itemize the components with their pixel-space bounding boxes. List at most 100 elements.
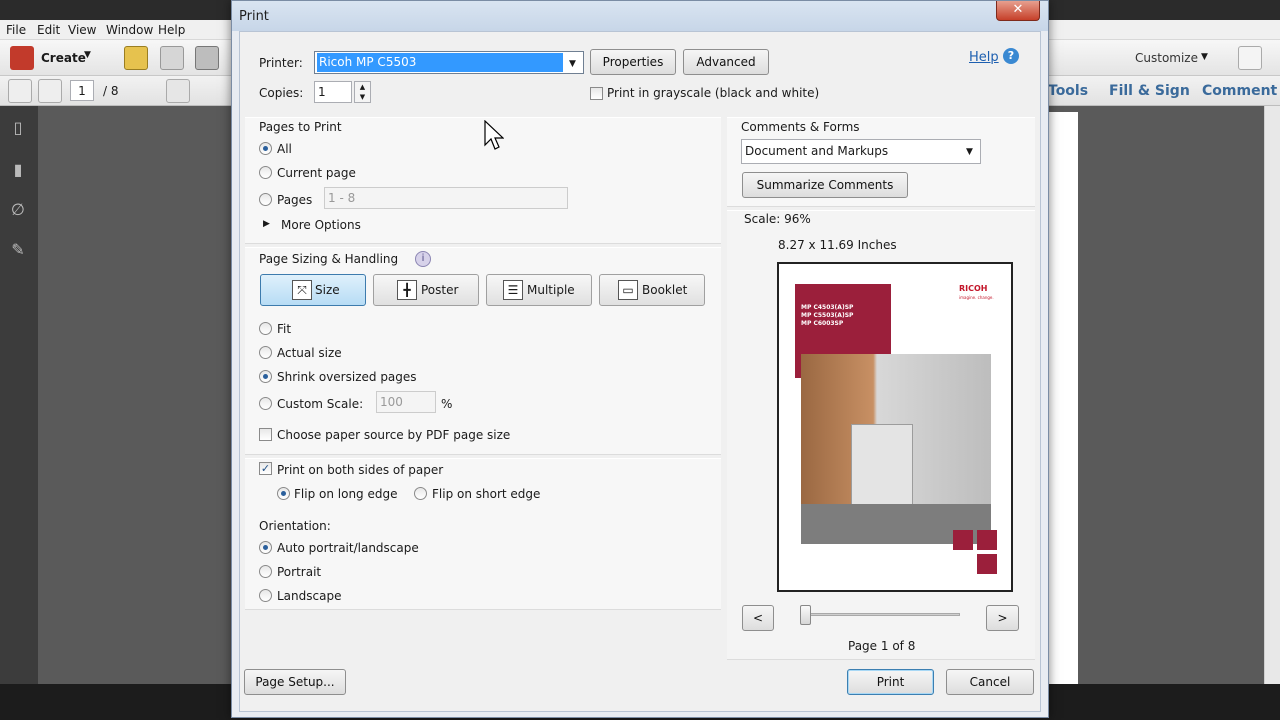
navigation-pane: ▯ ▮ ∅ ✎ — [0, 106, 38, 684]
print-button[interactable]: Print — [847, 669, 934, 695]
arrow-down-icon[interactable] — [38, 79, 62, 103]
size-button[interactable]: ⤧ Size — [260, 274, 366, 306]
tab-fill-sign[interactable]: Fill & Sign — [1109, 83, 1190, 99]
customize-button[interactable]: Customize — [1135, 51, 1198, 65]
size-icon: ⤧ — [292, 280, 312, 300]
cancel-button[interactable]: Cancel — [946, 669, 1034, 695]
zoom-out-icon[interactable] — [207, 79, 231, 103]
summarize-comments-button[interactable]: Summarize Comments — [742, 172, 908, 198]
page-number-input[interactable]: 1 — [70, 80, 94, 101]
both-sides-checkbox[interactable]: ✓ — [259, 462, 272, 475]
menu-help[interactable]: Help — [158, 23, 185, 37]
menu-window[interactable]: Window — [106, 23, 153, 37]
poster-icon: ╋ — [397, 280, 417, 300]
dialog-title: Print — [239, 9, 269, 24]
previous-page-button[interactable]: < — [742, 605, 774, 631]
page-thumbnails-icon[interactable]: ▯ — [8, 118, 28, 138]
ricoh-tagline: imagine. change. — [959, 295, 994, 300]
help-icon[interactable]: ? — [1003, 48, 1019, 64]
expand-icon[interactable] — [1238, 46, 1262, 70]
dialog-title-bar[interactable]: Print ✕ — [232, 1, 1048, 31]
create-button[interactable]: Create — [41, 51, 86, 65]
page-slider-track[interactable] — [805, 613, 960, 616]
close-icon[interactable]: ✕ — [996, 1, 1040, 21]
page-setup-button[interactable]: Page Setup... — [244, 669, 346, 695]
open-folder-icon[interactable] — [124, 46, 148, 70]
landscape-label: Landscape — [277, 589, 342, 603]
shrink-oversized-label: Shrink oversized pages — [277, 370, 417, 384]
portrait-label: Portrait — [277, 565, 322, 579]
comments-forms-select[interactable]: Document and Markups ▼ — [741, 139, 981, 164]
multiple-button-label: Multiple — [527, 283, 575, 297]
portrait-radio[interactable] — [259, 565, 272, 578]
page-preview: MP C4503(A)SP MP C5503(A)SP MP C6003SP R… — [777, 262, 1013, 592]
grayscale-label: Print in grayscale (black and white) — [607, 86, 820, 100]
page-slider-thumb[interactable] — [800, 605, 811, 625]
poster-button-label: Poster — [421, 283, 459, 297]
auto-orientation-radio[interactable] — [259, 541, 272, 554]
bookmark-icon[interactable]: ▮ — [8, 160, 28, 180]
help-link[interactable]: Help — [969, 50, 999, 65]
create-pdf-icon — [10, 46, 34, 70]
pages-to-print-heading: Pages to Print — [259, 120, 342, 134]
custom-scale-label: Custom Scale: — [277, 397, 364, 411]
badge-1 — [953, 530, 973, 550]
tab-comment[interactable]: Comment — [1202, 83, 1277, 99]
attachment-icon[interactable]: ∅ — [8, 200, 28, 220]
paper-source-label: Choose paper source by PDF page size — [277, 428, 511, 442]
tab-tools[interactable]: Tools — [1048, 83, 1088, 99]
paper-source-checkbox[interactable] — [259, 428, 272, 441]
signature-icon[interactable]: ✎ — [8, 240, 28, 260]
multiple-button[interactable]: ☰ Multiple — [486, 274, 592, 306]
menu-edit[interactable]: Edit — [37, 23, 60, 37]
pages-range-label: Pages — [277, 193, 313, 207]
orientation-heading: Orientation: — [259, 519, 331, 533]
short-edge-label: Flip on short edge — [432, 487, 541, 501]
copies-label: Copies: — [259, 86, 304, 100]
page-total: / 8 — [103, 84, 119, 98]
preview-paper-size: 8.27 x 11.69 Inches — [778, 238, 897, 252]
long-edge-radio[interactable] — [277, 487, 290, 500]
menu-file[interactable]: File — [6, 23, 26, 37]
preview-document-page: MP C4503(A)SP MP C5503(A)SP MP C6003SP R… — [783, 268, 1007, 586]
booklet-button[interactable]: ▭ Booklet — [599, 274, 705, 306]
booklet-button-label: Booklet — [642, 283, 688, 297]
cover-photo — [801, 354, 991, 544]
vertical-scrollbar[interactable] — [1264, 106, 1280, 684]
menu-view[interactable]: View — [68, 23, 96, 37]
properties-button[interactable]: Properties — [590, 49, 676, 75]
chevron-down-icon: ▼ — [966, 147, 973, 157]
pages-all-radio[interactable] — [259, 142, 272, 155]
ricoh-logo: RICOH — [959, 284, 988, 293]
current-page-radio[interactable] — [259, 166, 272, 179]
grayscale-checkbox[interactable] — [590, 87, 603, 100]
pages-range-input[interactable]: 1 - 8 — [324, 187, 568, 209]
badge-2 — [977, 530, 997, 550]
more-options-link[interactable]: More Options — [281, 218, 361, 232]
arrow-up-icon[interactable] — [8, 79, 32, 103]
hand-tool-icon[interactable] — [166, 79, 190, 103]
landscape-radio[interactable] — [259, 589, 272, 602]
expand-triangle-icon[interactable]: ▶ — [263, 219, 270, 229]
multiple-icon: ☰ — [503, 280, 523, 300]
actual-size-radio[interactable] — [259, 346, 272, 359]
shrink-oversized-radio[interactable] — [259, 370, 272, 383]
copies-spinner[interactable]: ▲ ▼ — [354, 81, 371, 103]
print-icon[interactable] — [195, 46, 219, 70]
copies-input[interactable]: 1 — [314, 81, 352, 103]
info-icon[interactable]: i — [415, 251, 431, 267]
custom-scale-radio[interactable] — [259, 397, 272, 410]
select-tool-icon[interactable] — [137, 79, 161, 103]
printer-select[interactable]: Ricoh MP C5503 ▼ — [314, 51, 584, 74]
save-icon[interactable] — [160, 46, 184, 70]
next-page-button[interactable]: > — [986, 605, 1019, 631]
poster-button[interactable]: ╋ Poster — [373, 274, 479, 306]
size-button-label: Size — [315, 283, 340, 297]
custom-scale-input[interactable]: 100 — [376, 391, 436, 413]
short-edge-radio[interactable] — [414, 487, 427, 500]
preview-scale: Scale: 96% — [744, 212, 811, 226]
preview-page-label: Page 1 of 8 — [848, 639, 916, 653]
fit-radio[interactable] — [259, 322, 272, 335]
advanced-button[interactable]: Advanced — [683, 49, 769, 75]
pages-range-radio[interactable] — [259, 193, 272, 206]
